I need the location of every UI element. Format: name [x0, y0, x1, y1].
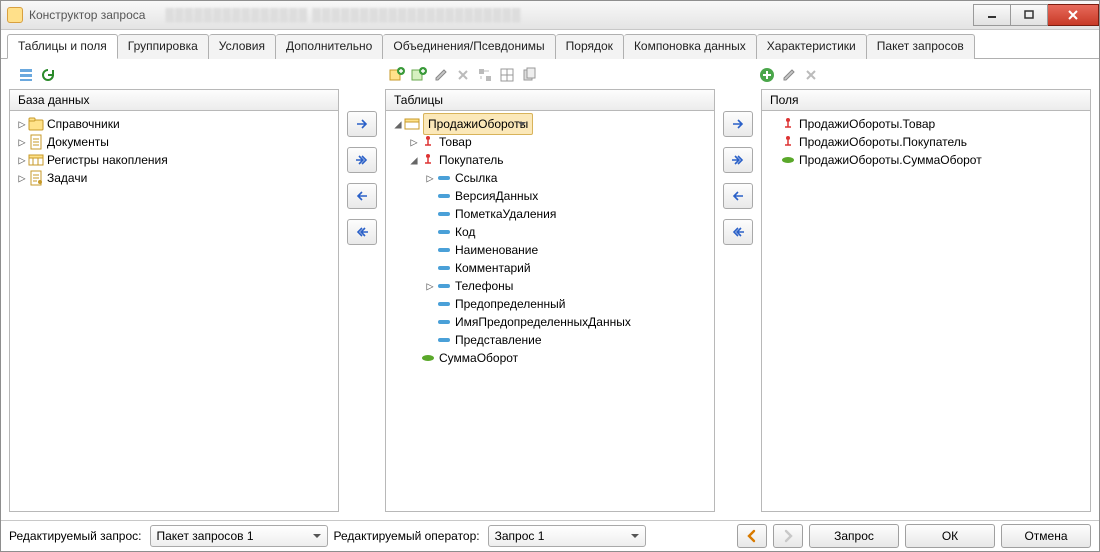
table-subfield-versiya[interactable]: ВерсияДанных: [388, 187, 712, 205]
dimension-icon: [780, 134, 796, 150]
folder-icon: [28, 116, 44, 132]
tab-tables-fields[interactable]: Таблицы и поля: [7, 34, 118, 59]
tab-bar: Таблицы и поля Группировка Условия Допол…: [1, 30, 1099, 59]
footer: Редактируемый запрос: Пакет запросов 1 Р…: [1, 520, 1099, 551]
table-subfield-ssylka[interactable]: ▷Ссылка: [388, 169, 712, 187]
db-tool-refresh-icon[interactable]: [39, 66, 57, 84]
table-subfield-predstav[interactable]: Представление: [388, 331, 712, 349]
dimension-icon: [780, 116, 796, 132]
dimension-icon: [420, 152, 436, 168]
attr-icon: [436, 224, 452, 240]
fields-tool-edit-icon[interactable]: [780, 66, 798, 84]
tables-tool-grid-icon[interactable]: [498, 66, 516, 84]
attr-icon: [436, 170, 452, 186]
table-subfield-imya-pred[interactable]: ИмяПредопределенныхДанных: [388, 313, 712, 331]
editable-operator-label: Редактируемый оператор:: [334, 529, 480, 543]
database-header: База данных: [9, 89, 339, 110]
db-item-catalogs[interactable]: ▷Справочники: [12, 115, 336, 133]
ok-button[interactable]: ОК: [905, 524, 995, 548]
attr-icon: [436, 188, 452, 204]
prev-query-button[interactable]: [737, 524, 767, 548]
add-all-to-tables-button[interactable]: [347, 147, 377, 173]
attr-icon: [436, 332, 452, 348]
tables-pane: Таблицы ◢ПродажиОбороты ▷Товар ◢Покупате…: [385, 89, 715, 512]
add-all-to-fields-button[interactable]: [723, 147, 753, 173]
table-root[interactable]: ◢ПродажиОбороты: [388, 115, 712, 133]
field-item-pokupatel[interactable]: ПродажиОбороты.Покупатель: [764, 133, 1088, 151]
editable-query-select[interactable]: Пакет запросов 1: [150, 525, 328, 547]
fields-header: Поля: [761, 89, 1091, 110]
resource-icon: [780, 152, 796, 168]
attr-icon: [436, 278, 452, 294]
table-subfield-predopr[interactable]: Предопределенный: [388, 295, 712, 313]
attr-icon: [436, 242, 452, 258]
tables-tool-add-icon[interactable]: [388, 66, 406, 84]
remove-from-fields-button[interactable]: [723, 183, 753, 209]
database-pane: База данных ▷Справочники ▷Документы ▷Рег…: [9, 89, 339, 512]
tables-tool-add2-icon[interactable]: [410, 66, 428, 84]
dimension-icon: [420, 134, 436, 150]
window-title: Конструктор запроса: [29, 8, 145, 22]
database-tree[interactable]: ▷Справочники ▷Документы ▷Регистры накопл…: [10, 111, 338, 191]
next-query-button[interactable]: [773, 524, 803, 548]
tab-characteristics[interactable]: Характеристики: [757, 34, 867, 59]
tables-tool-copy-icon[interactable]: [520, 66, 538, 84]
table-subfield-komment[interactable]: Комментарий: [388, 259, 712, 277]
tab-grouping[interactable]: Группировка: [118, 34, 209, 59]
fields-tool-add-icon[interactable]: [758, 66, 776, 84]
register-icon: [404, 116, 420, 132]
remove-all-from-fields-button[interactable]: [723, 219, 753, 245]
maximize-button[interactable]: [1011, 4, 1048, 26]
add-to-tables-button[interactable]: [347, 111, 377, 137]
close-button[interactable]: [1048, 4, 1099, 26]
attr-icon: [436, 314, 452, 330]
fields-pane: Поля ПродажиОбороты.Товар ПродажиОбороты…: [761, 89, 1091, 512]
tables-tool-delete-icon[interactable]: [454, 66, 472, 84]
tables-tool-edit-icon[interactable]: [432, 66, 450, 84]
cancel-button[interactable]: Отмена: [1001, 524, 1091, 548]
document-icon: [28, 134, 44, 150]
editable-operator-select[interactable]: Запрос 1: [488, 525, 646, 547]
table-subfield-kod[interactable]: Код: [388, 223, 712, 241]
table-field-summa[interactable]: СуммаОборот: [388, 349, 712, 367]
editable-query-label: Редактируемый запрос:: [9, 529, 142, 543]
attr-icon: [436, 206, 452, 222]
tab-conditions[interactable]: Условия: [209, 34, 276, 59]
table-subfield-naimen[interactable]: Наименование: [388, 241, 712, 259]
table-field-pokupatel[interactable]: ◢Покупатель: [388, 151, 712, 169]
db-item-tasks[interactable]: ▷Задачи: [12, 169, 336, 187]
attr-icon: [436, 296, 452, 312]
field-item-tovar[interactable]: ПродажиОбороты.Товар: [764, 115, 1088, 133]
app-icon: [7, 7, 23, 23]
field-item-summa[interactable]: ПродажиОбороты.СуммаОборот: [764, 151, 1088, 169]
resource-icon: [420, 350, 436, 366]
titlebar: Конструктор запроса ███████████████ ████…: [1, 1, 1099, 30]
table-subfield-telefon[interactable]: ▷Телефоны: [388, 277, 712, 295]
attr-icon: [436, 260, 452, 276]
tables-tree[interactable]: ◢ПродажиОбороты ▷Товар ◢Покупатель ▷Ссыл…: [386, 111, 714, 371]
db-item-registers[interactable]: ▷Регистры накопления: [12, 151, 336, 169]
background-doc-title: ███████████████ ██████████████████████: [165, 8, 521, 22]
task-icon: [28, 170, 44, 186]
tab-batch[interactable]: Пакет запросов: [867, 34, 975, 59]
add-to-fields-button[interactable]: [723, 111, 753, 137]
remove-from-tables-button[interactable]: [347, 183, 377, 209]
db-item-documents[interactable]: ▷Документы: [12, 133, 336, 151]
tables-tool-replace-icon[interactable]: [476, 66, 494, 84]
minimize-button[interactable]: [973, 4, 1011, 26]
tables-header: Таблицы: [385, 89, 715, 110]
tab-advanced[interactable]: Дополнительно: [276, 34, 383, 59]
table-field-tovar[interactable]: ▷Товар: [388, 133, 712, 151]
fields-tool-delete-icon[interactable]: [802, 66, 820, 84]
fields-tree[interactable]: ПродажиОбороты.Товар ПродажиОбороты.Поку…: [762, 111, 1090, 173]
db-tool-list-icon[interactable]: [17, 66, 35, 84]
tab-order[interactable]: Порядок: [556, 34, 624, 59]
tab-composition[interactable]: Компоновка данных: [624, 34, 757, 59]
table-subfield-pometka[interactable]: ПометкаУдаления: [388, 205, 712, 223]
remove-all-from-tables-button[interactable]: [347, 219, 377, 245]
query-button[interactable]: Запрос: [809, 524, 899, 548]
tab-aliases[interactable]: Объединения/Псевдонимы: [383, 34, 555, 59]
register-icon: [28, 152, 44, 168]
